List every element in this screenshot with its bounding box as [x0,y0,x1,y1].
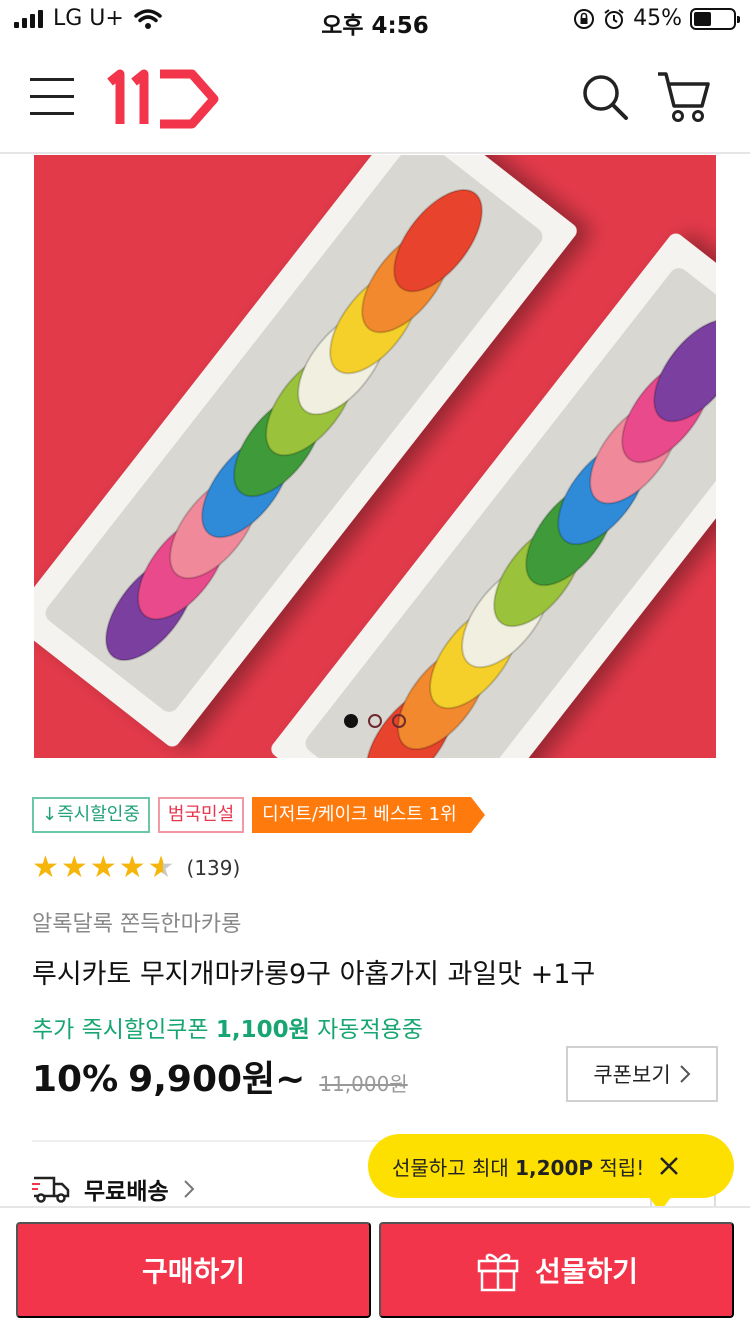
alarm-icon [604,8,624,29]
rotation-lock-icon [574,8,595,29]
gift-points-tooltip: 선물하고 최대 1,200P 적립! [368,1134,734,1212]
status-bar: LG U+ 오후 4:56 45% [0,0,750,44]
tooltip-prefix: 선물하고 최대 [392,1155,509,1180]
pagination-dot[interactable] [344,714,358,728]
price-row: 10% 9,900원~ 11,000원 [32,1050,408,1102]
chevron-right-icon [679,1065,691,1083]
review-count: (139) [186,856,241,880]
coupon-prefix: 추가 즉시할인쿠폰 [32,1017,209,1043]
tooltip-suffix: 적립! [599,1155,645,1180]
bottom-action-bar: 구매하기 선물하기 [0,1206,750,1334]
coupon-suffix: 자동적용중 [317,1017,423,1043]
rating[interactable]: ★ ★ ★ ★ ★ (139) [32,852,240,884]
sale-price: 9,900원~ [128,1059,306,1100]
close-icon[interactable] [658,1155,680,1177]
gallery-pagination [34,714,716,728]
coupon-amount: 1,100원 [215,1017,310,1043]
view-coupon-button[interactable]: 쿠폰보기 [566,1046,718,1102]
product-title: 루시카토 무지개마카롱9구 아홉가지 과일맛 +1구 [32,959,596,990]
truck-icon [32,1176,70,1203]
gift-icon [477,1253,519,1292]
buy-label: 구매하기 [141,1256,246,1287]
half-star-icon: ★ [147,850,175,885]
app-header [0,44,750,154]
campaign-badge: 범국민설 [157,797,245,833]
instant-discount-badge: ↓즉시할인중 [32,797,150,833]
star-icon: ★ [89,850,117,885]
star-icon: ★ [60,850,88,885]
badge-row: ↓즉시할인중 범국민설 디저트/케이크 베스트 1위 [32,797,485,833]
tooltip-points: 1,200P [515,1155,594,1180]
discount-rate: 10% [32,1059,119,1100]
original-price: 11,000원 [319,1072,408,1096]
search-icon[interactable] [578,70,632,124]
macaron-photo [34,155,716,758]
product-image[interactable] [34,155,716,758]
status-right: 45% [573,6,740,31]
pagination-dot[interactable] [368,714,382,728]
logo-11st[interactable] [104,64,224,134]
buy-button[interactable]: 구매하기 [16,1222,371,1318]
free-shipping-label: 무료배송 [84,1179,169,1205]
view-coupon-label: 쿠폰보기 [593,1063,671,1087]
cart-icon[interactable] [654,68,712,126]
product-brand-line: 알록달록 쫀득한마카롱 [32,912,242,937]
chevron-right-icon [183,1180,195,1198]
hamburger-menu-icon[interactable] [30,78,74,118]
gift-label: 선물하기 [534,1256,639,1287]
pagination-dot[interactable] [392,714,406,728]
battery-icon [690,7,740,30]
best-rank-badge[interactable]: 디저트/케이크 베스트 1위 [252,797,485,833]
product-page: LG U+ 오후 4:56 45% ↓즉시할인중 범국민설 디저트/케이크 베스… [0,0,750,1334]
battery-percent: 45% [633,6,682,31]
star-icon: ★ [118,850,146,885]
free-shipping-row[interactable]: 무료배송 [32,1172,195,1206]
auto-coupon-text: 추가 즉시할인쿠폰 1,100원 자동적용중 [32,1010,423,1044]
gift-button[interactable]: 선물하기 [379,1222,734,1318]
star-icon: ★ [32,850,59,885]
battery-fill [694,11,712,26]
tooltip-text: 선물하고 최대 1,200P 적립! [392,1152,644,1181]
